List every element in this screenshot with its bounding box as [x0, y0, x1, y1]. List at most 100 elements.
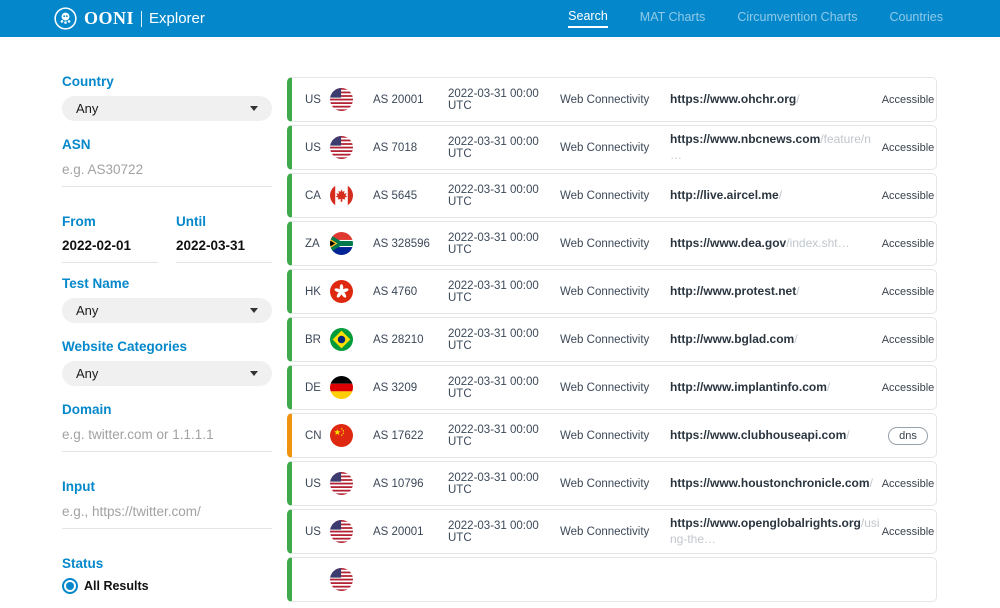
asn-value: AS 20001	[373, 526, 448, 538]
domain-label: Domain	[62, 402, 272, 417]
measurement-status: Accessible	[880, 94, 936, 106]
filter-website-categories: Website Categories Any	[62, 339, 272, 386]
radio-selected-icon[interactable]	[62, 578, 78, 594]
brand[interactable]: OONI Explorer	[54, 7, 205, 30]
filter-country: Country Any	[62, 74, 272, 121]
test-name-select[interactable]: Any	[62, 298, 272, 323]
measurement-row[interactable]: CA AS 5645 2022-03-31 00:00 UTC Web Conn…	[287, 173, 937, 218]
flag-cn-icon	[330, 424, 353, 447]
measurement-status: Accessible	[880, 190, 936, 202]
url-path: /	[796, 284, 799, 298]
country-code: CN	[305, 430, 330, 442]
from-date-input[interactable]	[62, 236, 158, 263]
url-path: /	[794, 332, 797, 346]
measurement-status: dns	[880, 427, 936, 445]
country-flag	[330, 88, 373, 111]
measurement-date: 2022-03-31 00:00 UTC	[448, 472, 560, 496]
url-domain: https://www.nbcnews.com	[670, 132, 820, 146]
website-categories-select[interactable]: Any	[62, 361, 272, 386]
measurement-url: http://www.protest.net/	[670, 284, 880, 300]
flag-za-icon	[330, 232, 353, 255]
measurement-row[interactable]: DE AS 3209 2022-03-31 00:00 UTC Web Conn…	[287, 365, 937, 410]
nav-circumvention-charts[interactable]: Circumvention Charts	[737, 10, 857, 27]
website-categories-label: Website Categories	[62, 339, 272, 354]
filter-domain: Domain	[62, 402, 272, 465]
measurement-url: https://www.ohchr.org/	[670, 92, 880, 108]
asn-value: AS 17622	[373, 430, 448, 442]
flag-us-icon	[330, 88, 353, 111]
measurement-status: Accessible	[880, 334, 936, 346]
measurement-status: Accessible	[880, 382, 936, 394]
url-path: /	[827, 380, 830, 394]
measurement-date: 2022-03-31 00:00 UTC	[448, 136, 560, 160]
url-path: /index.sht…	[786, 236, 849, 250]
country-flag	[330, 472, 373, 495]
asn-value: AS 7018	[373, 142, 448, 154]
country-code: US	[305, 142, 330, 154]
measurement-row[interactable]: US AS 20001 2022-03-31 00:00 UTC Web Con…	[287, 509, 937, 554]
measurement-url: http://www.implantinfo.com/	[670, 380, 880, 396]
url-domain: http://www.implantinfo.com	[670, 380, 827, 394]
asn-input[interactable]	[62, 159, 272, 187]
until-label: Until	[176, 214, 272, 229]
nav-countries[interactable]: Countries	[890, 10, 944, 27]
country-code: CA	[305, 190, 330, 202]
url-domain: https://www.openglobalrights.org	[670, 516, 861, 530]
country-code: US	[305, 478, 330, 490]
asn-label: ASN	[62, 137, 272, 152]
test-name-value: Web Connectivity	[560, 238, 670, 250]
measurement-date: 2022-03-31 00:00 UTC	[448, 328, 560, 352]
asn-value: AS 10796	[373, 478, 448, 490]
asn-value: AS 328596	[373, 238, 448, 250]
country-select[interactable]: Any	[62, 96, 272, 121]
chevron-down-icon	[250, 106, 258, 111]
filter-status: Status All Results	[62, 556, 272, 594]
status-label: Status	[62, 556, 272, 571]
test-name-value: Web Connectivity	[560, 526, 670, 538]
country-flag	[330, 376, 373, 399]
test-name-value: Web Connectivity	[560, 190, 670, 202]
status-badge: dns	[888, 427, 928, 445]
measurement-url: https://www.houstonchronicle.com/	[670, 476, 880, 492]
chevron-down-icon	[250, 371, 258, 376]
measurement-row[interactable]: US AS 7018 2022-03-31 00:00 UTC Web Conn…	[287, 125, 937, 170]
test-name-value: Web Connectivity	[560, 430, 670, 442]
flag-de-icon	[330, 376, 353, 399]
octopus-logo-icon	[54, 7, 77, 30]
test-name-value: Web Connectivity	[560, 382, 670, 394]
until-date-input[interactable]	[176, 236, 272, 263]
measurement-row[interactable]: ZA AS 328596 2022-03-31 00:00 UTC Web Co…	[287, 221, 937, 266]
measurement-url: https://www.clubhouseapi.com/	[670, 428, 880, 444]
url-path: /	[796, 92, 799, 106]
measurement-status: Accessible	[880, 526, 936, 538]
nav-mat-charts[interactable]: MAT Charts	[640, 10, 706, 27]
flag-ca-icon	[330, 184, 353, 207]
measurement-row[interactable]: CN AS 17622 2022-03-31 00:00 UTC Web Con…	[287, 413, 937, 458]
country-code: HK	[305, 286, 330, 298]
measurement-row[interactable]: US AS 10796 2022-03-31 00:00 UTC Web Con…	[287, 461, 937, 506]
status-option-all-results[interactable]: All Results	[62, 578, 272, 594]
measurement-row[interactable]: HK AS 4760 2022-03-31 00:00 UTC Web Conn…	[287, 269, 937, 314]
measurement-status: Accessible	[880, 286, 936, 298]
country-flag	[330, 520, 373, 543]
flag-us-icon	[330, 568, 353, 591]
measurement-row[interactable]: BR AS 28210 2022-03-31 00:00 UTC Web Con…	[287, 317, 937, 362]
measurement-row[interactable]	[287, 557, 937, 602]
nav-search[interactable]: Search	[568, 9, 608, 28]
url-domain: https://www.dea.gov	[670, 236, 786, 250]
results-list: US AS 20001 2022-03-31 00:00 UTC Web Con…	[287, 77, 937, 605]
measurement-status: Accessible	[880, 478, 936, 490]
domain-input[interactable]	[62, 424, 272, 452]
from-label: From	[62, 214, 158, 229]
country-code: DE	[305, 382, 330, 394]
input-input[interactable]	[62, 501, 272, 529]
test-name-value: Web Connectivity	[560, 94, 670, 106]
flag-hk-icon	[330, 280, 353, 303]
country-flag	[330, 568, 373, 591]
filter-input: Input	[62, 479, 272, 542]
country-flag	[330, 184, 373, 207]
measurement-row[interactable]: US AS 20001 2022-03-31 00:00 UTC Web Con…	[287, 77, 937, 122]
measurement-url: http://live.aircel.me/	[670, 188, 880, 204]
measurement-status: Accessible	[880, 238, 936, 250]
asn-value: AS 4760	[373, 286, 448, 298]
